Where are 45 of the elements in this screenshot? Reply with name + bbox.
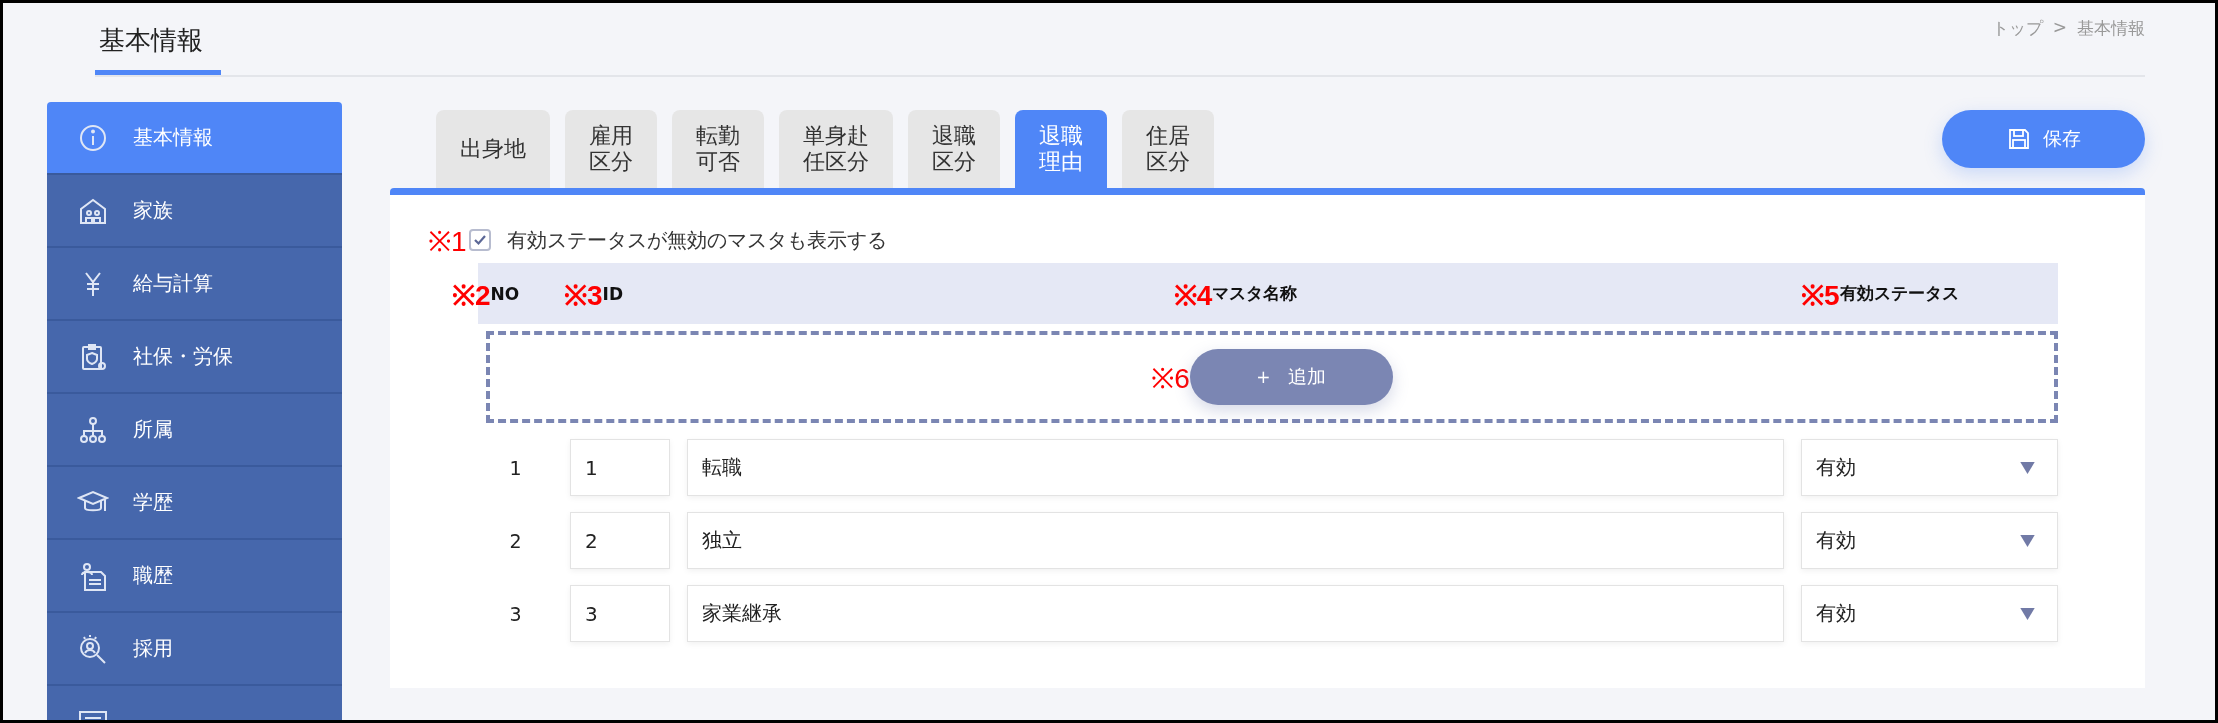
tab[interactable]: 退職区分	[908, 110, 1000, 188]
annotation-marker: ※6	[1151, 362, 1190, 396]
sidebar-item[interactable]: 家族	[47, 175, 342, 248]
name-input[interactable]: 家業継承	[687, 585, 1784, 642]
checkbox[interactable]	[468, 229, 491, 251]
annotation-marker: ※3	[564, 278, 603, 313]
name-input[interactable]: 転職	[687, 439, 1784, 496]
sidebar-item[interactable]: 学歴	[47, 467, 342, 540]
dropdown-caret-icon	[2020, 534, 2035, 547]
tab[interactable]: 住居区分	[1122, 110, 1214, 188]
tab[interactable]: 単身赴任区分	[779, 110, 893, 188]
add-button[interactable]: + 追加	[1189, 349, 1393, 405]
status-select[interactable]: 有効	[1801, 439, 2058, 496]
column-header: マスタ名称	[1212, 282, 1298, 303]
page-title: 基本情報	[98, 24, 204, 57]
sidebar-item[interactable]: 社保・労保	[47, 321, 342, 394]
sidebar-item[interactable]: 採用	[47, 613, 342, 686]
annotation-marker: ※5	[1801, 278, 1840, 313]
id-input[interactable]: 3	[570, 585, 670, 642]
breadcrumb-separator: >	[2052, 17, 2067, 39]
id-input[interactable]: 1	[570, 439, 670, 496]
dropdown-caret-icon	[2020, 607, 2035, 620]
column-header: 有効ステータス	[1839, 282, 1959, 303]
annotation-marker: ※1	[428, 225, 467, 259]
sidebar-item[interactable]: 所属	[47, 394, 342, 467]
annotation-marker: ※2	[452, 278, 491, 313]
row-number: 2	[508, 528, 523, 554]
id-input[interactable]: 2	[570, 512, 670, 569]
dropdown-caret-icon	[2020, 461, 2035, 474]
name-input[interactable]: 独立	[687, 512, 1784, 569]
tab[interactable]: 出身地	[436, 110, 550, 188]
tab[interactable]: 雇用区分	[565, 110, 657, 188]
row-number: 3	[508, 601, 523, 627]
sidebar-item[interactable]: 給与計算	[47, 248, 342, 321]
save-icon	[2006, 127, 2031, 151]
sidebar-item[interactable]: 職歴	[47, 540, 342, 613]
status-select[interactable]: 有効	[1801, 585, 2058, 642]
row-number: 1	[508, 455, 523, 481]
tab[interactable]: 転勤可否	[672, 110, 764, 188]
column-header: NO	[490, 283, 520, 304]
column-header: ID	[602, 283, 623, 304]
annotation-marker: ※4	[1173, 278, 1213, 313]
status-select[interactable]: 有効	[1801, 512, 2058, 569]
breadcrumb-current: 基本情報	[2077, 17, 2145, 40]
checkbox-label: 有効ステータスが無効のマスタも表示する	[506, 226, 887, 254]
